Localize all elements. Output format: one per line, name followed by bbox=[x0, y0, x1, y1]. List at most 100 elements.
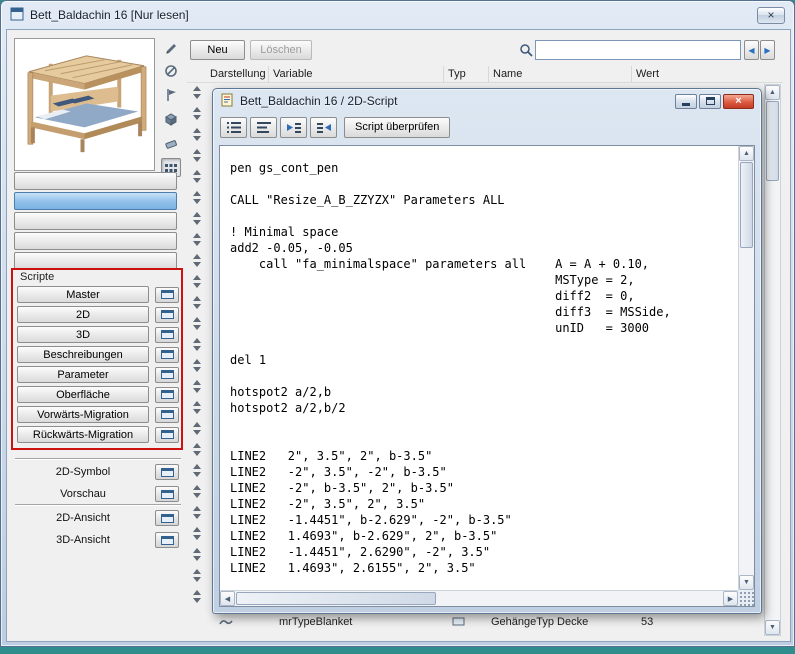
horizontal-scrollbar[interactable]: ◀ ▶ bbox=[220, 590, 738, 606]
row-drag-handle[interactable] bbox=[188, 546, 206, 563]
open-script-window-button[interactable] bbox=[155, 307, 179, 323]
scroll-up-button[interactable]: ▲ bbox=[765, 85, 780, 100]
open-script-window-button[interactable] bbox=[155, 287, 179, 303]
open-view-window-button[interactable] bbox=[155, 486, 179, 502]
script-button[interactable]: 3D bbox=[17, 326, 149, 343]
row-drag-handle[interactable] bbox=[188, 420, 206, 437]
script-button[interactable]: 2D bbox=[17, 306, 149, 323]
desktop: Bett_Baldachin 16 [Nur lesen] × bbox=[0, 0, 795, 654]
row-drag-handle[interactable] bbox=[188, 315, 206, 332]
scrollbar-thumb[interactable] bbox=[740, 162, 753, 248]
move-down-icon bbox=[193, 409, 201, 414]
sidebar-tab[interactable] bbox=[14, 172, 177, 190]
close-script-window-button[interactable]: × bbox=[723, 94, 754, 109]
flag-icon[interactable] bbox=[162, 86, 180, 103]
line-numbers-button[interactable] bbox=[220, 117, 247, 138]
cube-icon[interactable] bbox=[162, 110, 180, 127]
open-script-window-button[interactable] bbox=[155, 407, 179, 423]
eraser-icon[interactable] bbox=[162, 134, 180, 151]
check-script-button[interactable]: Script überprüfen bbox=[344, 117, 450, 138]
window-icon bbox=[161, 390, 174, 399]
script-window-titlebar[interactable]: Bett_Baldachin 16 / 2D-Script × bbox=[213, 89, 761, 113]
object-preview[interactable] bbox=[14, 38, 155, 171]
row-drag-handle[interactable] bbox=[188, 357, 206, 374]
close-button[interactable]: × bbox=[757, 7, 785, 24]
pencil-icon[interactable] bbox=[162, 38, 180, 55]
search-next-button[interactable]: ▶ bbox=[760, 40, 775, 60]
scripts-group-label: Scripte bbox=[20, 271, 54, 283]
minimize-button[interactable] bbox=[675, 94, 697, 109]
row-drag-handle[interactable] bbox=[188, 273, 206, 290]
maximize-button[interactable] bbox=[699, 94, 721, 109]
script-button[interactable]: Vorwärts-Migration bbox=[17, 406, 149, 423]
vertical-scrollbar[interactable]: ▲ ▼ bbox=[738, 146, 754, 590]
open-view-window-button[interactable] bbox=[155, 464, 179, 480]
row-drag-handle[interactable] bbox=[188, 378, 206, 395]
row-drag-handle[interactable] bbox=[188, 168, 206, 185]
row-drag-handle[interactable] bbox=[188, 294, 206, 311]
row-drag-handle[interactable] bbox=[188, 588, 206, 605]
search-input[interactable] bbox=[535, 40, 741, 60]
row-drag-handle[interactable] bbox=[188, 210, 206, 227]
header-underline bbox=[187, 82, 783, 83]
script-button[interactable]: Beschreibungen bbox=[17, 346, 149, 363]
script-button[interactable]: Master bbox=[17, 286, 149, 303]
parameter-scrollbar[interactable]: ▲ ▼ bbox=[764, 84, 781, 636]
parameter-variable[interactable]: mrTypeBlanket bbox=[279, 616, 352, 628]
scroll-down-button[interactable]: ▼ bbox=[765, 620, 780, 635]
row-drag-handle[interactable] bbox=[188, 189, 206, 206]
script-button[interactable]: Oberfläche bbox=[17, 386, 149, 403]
scrollbar-thumb[interactable] bbox=[766, 101, 779, 181]
row-drag-handle[interactable] bbox=[188, 462, 206, 479]
row-drag-handle[interactable] bbox=[188, 126, 206, 143]
sidebar-tab[interactable] bbox=[14, 252, 177, 270]
main-titlebar[interactable]: Bett_Baldachin 16 [Nur lesen] × bbox=[1, 1, 794, 29]
resize-grip[interactable] bbox=[738, 590, 754, 606]
slashed-circle-icon[interactable] bbox=[162, 62, 180, 79]
row-drag-handle[interactable] bbox=[188, 252, 206, 269]
script-text[interactable]: pen gs_cont_pen CALL "Resize_A_B_ZZYZX" … bbox=[220, 146, 738, 590]
row-drag-handle[interactable] bbox=[188, 147, 206, 164]
window-icon bbox=[161, 310, 174, 319]
move-down-icon bbox=[193, 199, 201, 204]
scroll-left-button[interactable]: ◀ bbox=[220, 591, 235, 606]
sidebar-tab[interactable] bbox=[14, 212, 177, 230]
open-script-window-button[interactable] bbox=[155, 427, 179, 443]
row-drag-handle[interactable] bbox=[188, 336, 206, 353]
row-drag-handle[interactable] bbox=[188, 525, 206, 542]
script-button[interactable]: Rückwärts-Migration bbox=[17, 426, 149, 443]
open-view-window-button[interactable] bbox=[155, 532, 179, 548]
row-drag-handle[interactable] bbox=[188, 105, 206, 122]
row-drag-handle[interactable] bbox=[188, 84, 206, 101]
parameter-value[interactable]: 53 bbox=[641, 616, 653, 628]
open-script-window-button[interactable] bbox=[155, 327, 179, 343]
open-script-window-button[interactable] bbox=[155, 387, 179, 403]
sidebar-tab[interactable] bbox=[14, 192, 177, 210]
row-drag-handle[interactable] bbox=[188, 441, 206, 458]
script-row: Oberfläche bbox=[17, 386, 179, 403]
row-drag-handle[interactable] bbox=[188, 483, 206, 500]
new-button[interactable]: Neu bbox=[190, 40, 245, 60]
row-drag-handle[interactable] bbox=[188, 399, 206, 416]
search-prev-button[interactable]: ◀ bbox=[744, 40, 759, 60]
script-button[interactable]: Parameter bbox=[17, 366, 149, 383]
indent-button[interactable] bbox=[280, 117, 307, 138]
list-lines-button[interactable] bbox=[250, 117, 277, 138]
scroll-down-button[interactable]: ▼ bbox=[739, 575, 754, 590]
scroll-right-button[interactable]: ▶ bbox=[723, 591, 738, 606]
sidebar-tab[interactable] bbox=[14, 232, 177, 250]
move-up-icon bbox=[193, 401, 201, 406]
main-window: Bett_Baldachin 16 [Nur lesen] × bbox=[0, 0, 795, 647]
script-content-area[interactable]: pen gs_cont_pen CALL "Resize_A_B_ZZYZX" … bbox=[219, 145, 755, 607]
open-view-window-button[interactable] bbox=[155, 510, 179, 526]
move-down-icon bbox=[193, 493, 201, 498]
row-drag-handle[interactable] bbox=[188, 504, 206, 521]
parameter-name[interactable]: GehängeTyp Decke bbox=[491, 616, 588, 628]
outdent-button[interactable] bbox=[310, 117, 337, 138]
open-script-window-button[interactable] bbox=[155, 347, 179, 363]
row-drag-handle[interactable] bbox=[188, 567, 206, 584]
scrollbar-thumb[interactable] bbox=[236, 592, 436, 605]
row-drag-handle[interactable] bbox=[188, 231, 206, 248]
open-script-window-button[interactable] bbox=[155, 367, 179, 383]
scroll-up-button[interactable]: ▲ bbox=[739, 146, 754, 161]
